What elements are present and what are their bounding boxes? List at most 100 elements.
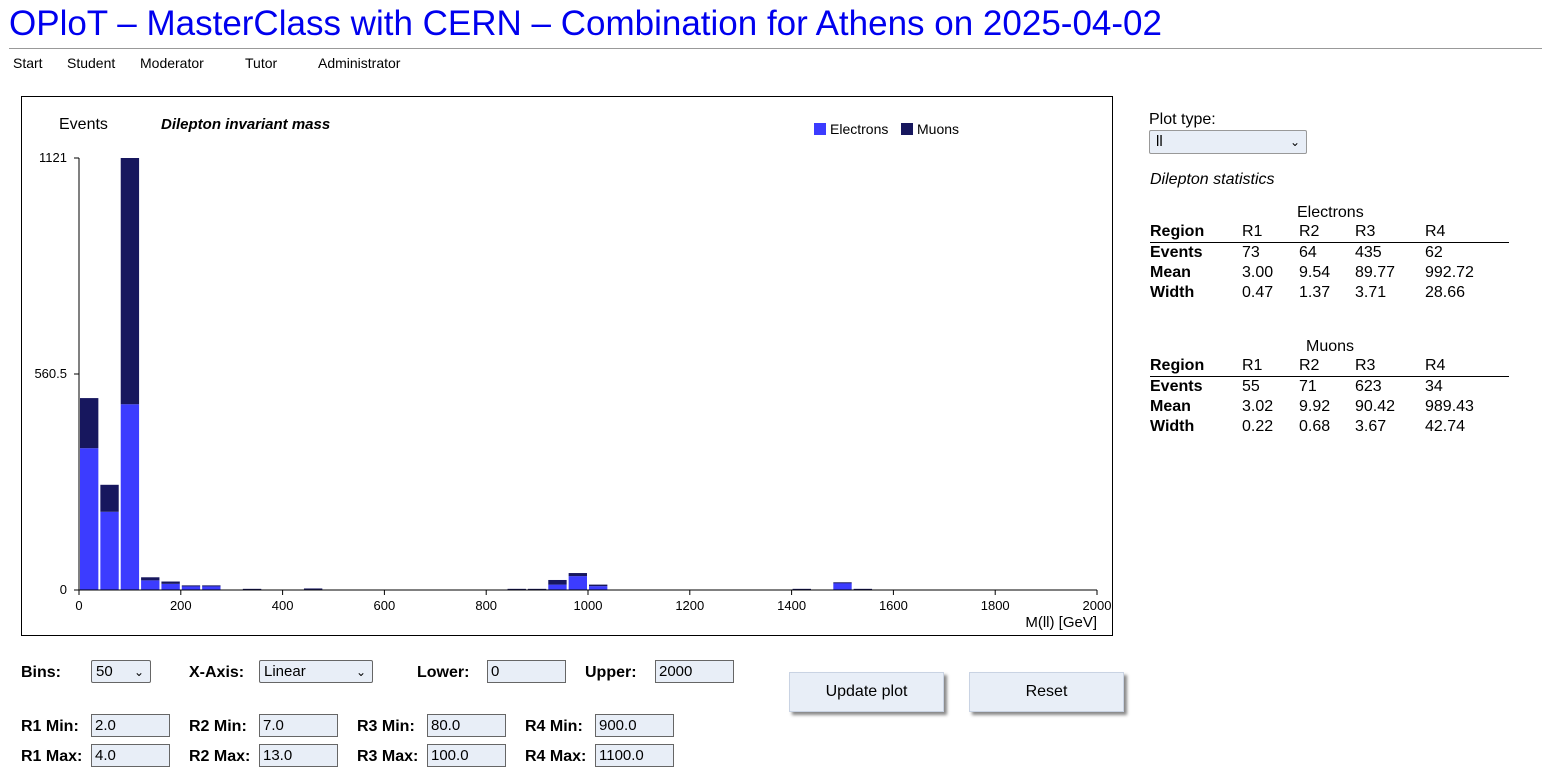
stats-cell: 55 [1242, 378, 1260, 395]
stats-header-cell: R3 [1355, 356, 1425, 377]
r1-min-input[interactable]: 2.0 [91, 714, 170, 737]
nav-student[interactable]: Student [67, 55, 115, 71]
stats-cell: 623 [1355, 378, 1382, 395]
chart-title: Dilepton invariant mass [161, 116, 330, 133]
upper-label: Upper: [585, 664, 637, 681]
x-tick-label: 1400 [777, 598, 806, 613]
y-tick-label: 1121 [39, 150, 67, 165]
stats-header-cell: R4 [1425, 222, 1509, 243]
r4-max-label: R4 Max: [525, 748, 587, 765]
nav-tutor[interactable]: Tutor [245, 55, 277, 71]
update-plot-button[interactable]: Update plot [789, 672, 944, 712]
xaxis-label: X-Axis: [189, 664, 245, 681]
bar-muons [568, 573, 587, 577]
chevron-down-icon: ⌄ [1289, 135, 1300, 149]
x-tick-label: 200 [170, 598, 192, 613]
stats-row: Width 0.22 0.68 3.67 42.74 [1150, 417, 1509, 437]
bar-muons [120, 158, 140, 405]
x-tick-label: 600 [374, 598, 396, 613]
page-title: OPloT – MasterClass with CERN – Combinat… [9, 4, 1162, 43]
x-tick-label: 1000 [574, 598, 603, 613]
lower-input[interactable]: 0 [487, 660, 566, 683]
bar-muons [181, 585, 201, 587]
stats-cell: 42.74 [1425, 418, 1466, 435]
r1-min-label: R1 Min: [21, 718, 79, 735]
stats-row: Mean 3.00 9.54 89.77 992.72 [1150, 263, 1509, 283]
stats-cell: 9.92 [1299, 398, 1331, 415]
bar-electrons [120, 404, 140, 590]
chevron-down-icon: ⌄ [355, 665, 366, 679]
chevron-down-icon: ⌄ [133, 665, 144, 679]
stats-header-cell: R1 [1242, 356, 1299, 377]
bar-muons [589, 584, 608, 587]
stats-cell: 64 [1299, 244, 1317, 261]
stats-header-cell: R2 [1299, 222, 1355, 243]
plot-type-select[interactable]: ll ⌄ [1149, 130, 1307, 154]
x-tick-label: 400 [272, 598, 294, 613]
stats-cell: 992.72 [1425, 264, 1474, 281]
bar-muons [548, 579, 567, 585]
stats-header-cell: Region [1150, 356, 1242, 377]
y-tick-label: 0 [60, 582, 67, 597]
bar-electrons [181, 586, 201, 590]
stats-cell: 3.71 [1355, 284, 1387, 301]
stats-row: Events 73 64 435 62 [1150, 243, 1509, 264]
bar-muons [833, 582, 852, 584]
reset-button[interactable]: Reset [969, 672, 1124, 712]
xaxis-value: Linear [264, 663, 306, 680]
stats-row-label: Width [1150, 284, 1195, 301]
bar-electrons [833, 583, 852, 590]
x-tick-label: 1200 [675, 598, 704, 613]
bins-select[interactable]: 50 ⌄ [91, 660, 151, 683]
x-tick-label: 0 [75, 598, 82, 613]
r1-max-input[interactable]: 4.0 [91, 744, 170, 767]
stats-table-muons: Region R1 R2 R3 R4 Events 55 71 623 34 M… [1150, 356, 1509, 437]
histogram-svg: 0 200 400 600 800 1000 1200 1400 1600 1800 2000 0 56… [34, 116, 1112, 631]
plot-type-value: ll [1156, 133, 1163, 150]
stats-group-title-muons: Muons [1306, 338, 1355, 355]
bar-electrons [202, 586, 221, 590]
r4-min-input[interactable]: 900.0 [595, 714, 674, 737]
r2-max-label: R2 Max: [189, 748, 251, 765]
stats-cell: 0.68 [1299, 418, 1331, 435]
stats-heading: Dilepton statistics [1150, 171, 1275, 188]
x-tick-label: 1800 [981, 598, 1010, 613]
bar-electrons [141, 580, 160, 590]
nav-start[interactable]: Start [13, 55, 43, 71]
xaxis-select[interactable]: Linear ⌄ [259, 660, 373, 683]
stats-header-cell: R4 [1425, 356, 1509, 377]
r4-max-input[interactable]: 1100.0 [595, 744, 674, 767]
stats-header-row: Region R1 R2 R3 R4 [1150, 222, 1509, 243]
stats-row: Width 0.47 1.37 3.71 28.66 [1150, 283, 1509, 303]
r3-max-input[interactable]: 100.0 [427, 744, 506, 767]
legend-label: Electrons [830, 121, 888, 137]
bins-label: Bins: [21, 664, 61, 681]
nav-moderator[interactable]: Moderator [140, 55, 204, 71]
plot-type-label: Plot type: [1149, 111, 1216, 128]
r3-max-label: R3 Max: [357, 748, 419, 765]
stats-header-cell: R3 [1355, 222, 1425, 243]
bar-electrons [80, 448, 99, 590]
r3-min-label: R3 Min: [357, 718, 415, 735]
stats-row-label: Mean [1150, 398, 1191, 415]
bar-electrons [548, 584, 567, 590]
x-tick-label: 2000 [1083, 598, 1112, 613]
stats-cell: 62 [1425, 244, 1443, 261]
y-tick-label: 560.5 [34, 366, 67, 381]
bar-electrons [100, 511, 119, 590]
stats-cell: 3.00 [1242, 264, 1274, 281]
legend-swatch [901, 123, 913, 135]
r2-min-input[interactable]: 7.0 [259, 714, 338, 737]
title-divider [9, 48, 1542, 49]
stats-header-cell: R2 [1299, 356, 1355, 377]
stats-cell: 3.67 [1355, 418, 1387, 435]
nav-administrator[interactable]: Administrator [318, 55, 400, 71]
legend-label: Muons [917, 121, 959, 137]
r2-max-input[interactable]: 13.0 [259, 744, 338, 767]
stats-cell: 73 [1242, 244, 1260, 261]
upper-input[interactable]: 2000 [655, 660, 734, 683]
r3-min-input[interactable]: 80.0 [427, 714, 506, 737]
stats-cell: 90.42 [1355, 398, 1396, 415]
stats-header-cell: R1 [1242, 222, 1299, 243]
bar-muons [202, 585, 221, 587]
